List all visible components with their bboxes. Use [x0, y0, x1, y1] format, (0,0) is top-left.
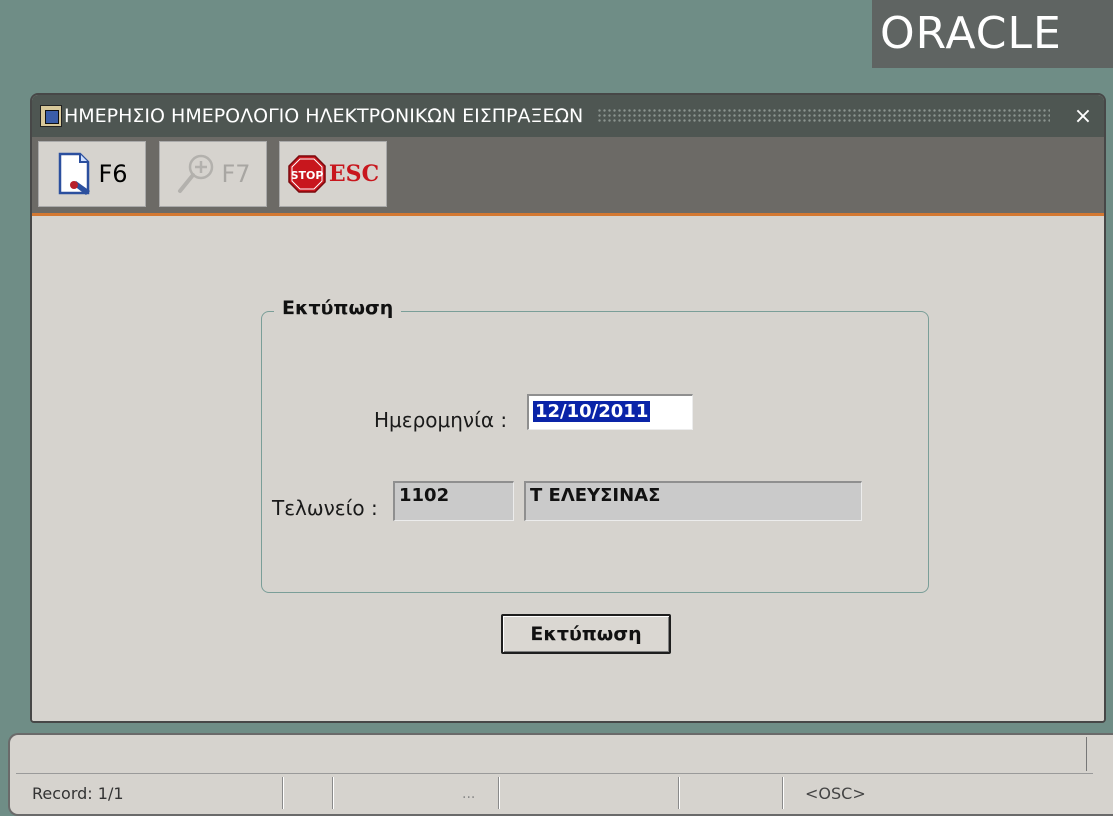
new-button-label: F6 — [98, 160, 128, 188]
message-line — [16, 741, 1093, 774]
status-ellipsis: ... — [462, 786, 476, 802]
status-divider — [782, 777, 783, 809]
new-document-icon — [56, 151, 96, 197]
status-mode: <OSC> — [805, 784, 866, 803]
date-value: 12/10/2011 — [533, 401, 651, 422]
stop-sign-text: STOP — [290, 169, 323, 182]
message-line-divider — [1086, 737, 1087, 771]
customs-code-field[interactable]: 1102 — [393, 481, 514, 521]
zoom-search-icon — [175, 151, 219, 197]
status-divider — [332, 777, 333, 809]
app-icon — [40, 105, 62, 127]
customs-name-value: Τ ΕΛΕΥΣΙΝΑΣ — [530, 485, 661, 506]
form-window: ΗΜΕΡΗΣΙΟ ΗΜΕΡΟΛΟΓΙΟ ΗΛΕΚΤΡΟΝΙΚΩΝ ΕΙΣΠΡΑΞ… — [30, 93, 1106, 723]
customs-label: Τελωνείο : — [272, 496, 378, 520]
date-field[interactable]: 12/10/2011 — [527, 394, 693, 430]
status-bar: Record: 1/1 ... <OSC> — [8, 733, 1113, 816]
query-button-label: F7 — [221, 160, 251, 188]
toolbar: F6 F7 STOP ESC — [32, 137, 1104, 216]
form-content: Εκτύπωση Ημερομηνία : 12/10/2011 Τελωνεί… — [32, 216, 1104, 721]
new-button[interactable]: F6 — [38, 141, 146, 207]
titlebar-grip — [597, 108, 1050, 124]
customs-name-field[interactable]: Τ ΕΛΕΥΣΙΝΑΣ — [524, 481, 862, 521]
stop-sign-icon: STOP — [287, 154, 327, 194]
customs-code-value: 1102 — [399, 485, 450, 506]
exit-button[interactable]: STOP ESC — [279, 141, 387, 207]
exit-button-label: ESC — [328, 161, 380, 187]
window-titlebar[interactable]: ΗΜΕΡΗΣΙΟ ΗΜΕΡΟΛΟΓΙΟ ΗΛΕΚΤΡΟΝΙΚΩΝ ΕΙΣΠΡΑΞ… — [32, 95, 1104, 137]
group-title: Εκτύπωση — [274, 297, 402, 319]
close-button[interactable]: × — [1068, 104, 1098, 129]
status-divider — [282, 777, 283, 809]
status-divider — [498, 777, 499, 809]
print-button[interactable]: Εκτύπωση — [501, 614, 671, 654]
record-counter: Record: 1/1 — [32, 784, 124, 803]
status-divider — [678, 777, 679, 809]
date-label: Ημερομηνία : — [374, 408, 508, 432]
print-group: Εκτύπωση — [261, 297, 929, 593]
oracle-logo: ORACLE — [872, 0, 1113, 68]
window-title: ΗΜΕΡΗΣΙΟ ΗΜΕΡΟΛΟΓΙΟ ΗΛΕΚΤΡΟΝΙΚΩΝ ΕΙΣΠΡΑΞ… — [64, 105, 584, 127]
query-button[interactable]: F7 — [159, 141, 267, 207]
